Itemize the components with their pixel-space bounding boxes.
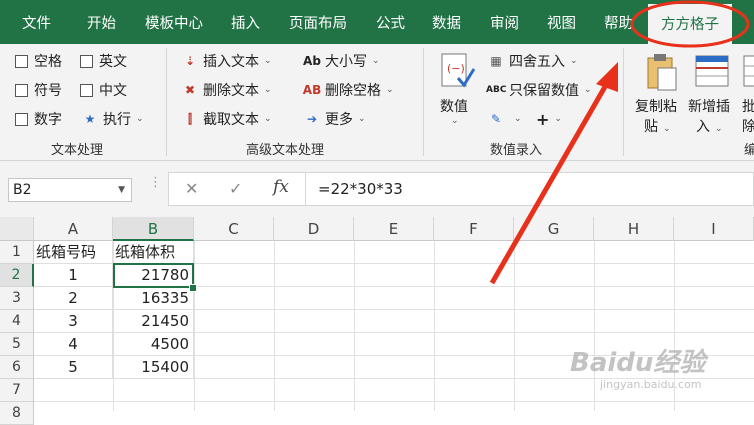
- highlight-circle: [630, 0, 750, 48]
- annotation-arrow-shaft: [489, 76, 613, 285]
- annotation-arrow-head: [596, 62, 618, 92]
- baidu-watermark: Baidu经验: [570, 348, 706, 378]
- watermark-url: jingyan.baidu.com: [600, 378, 702, 391]
